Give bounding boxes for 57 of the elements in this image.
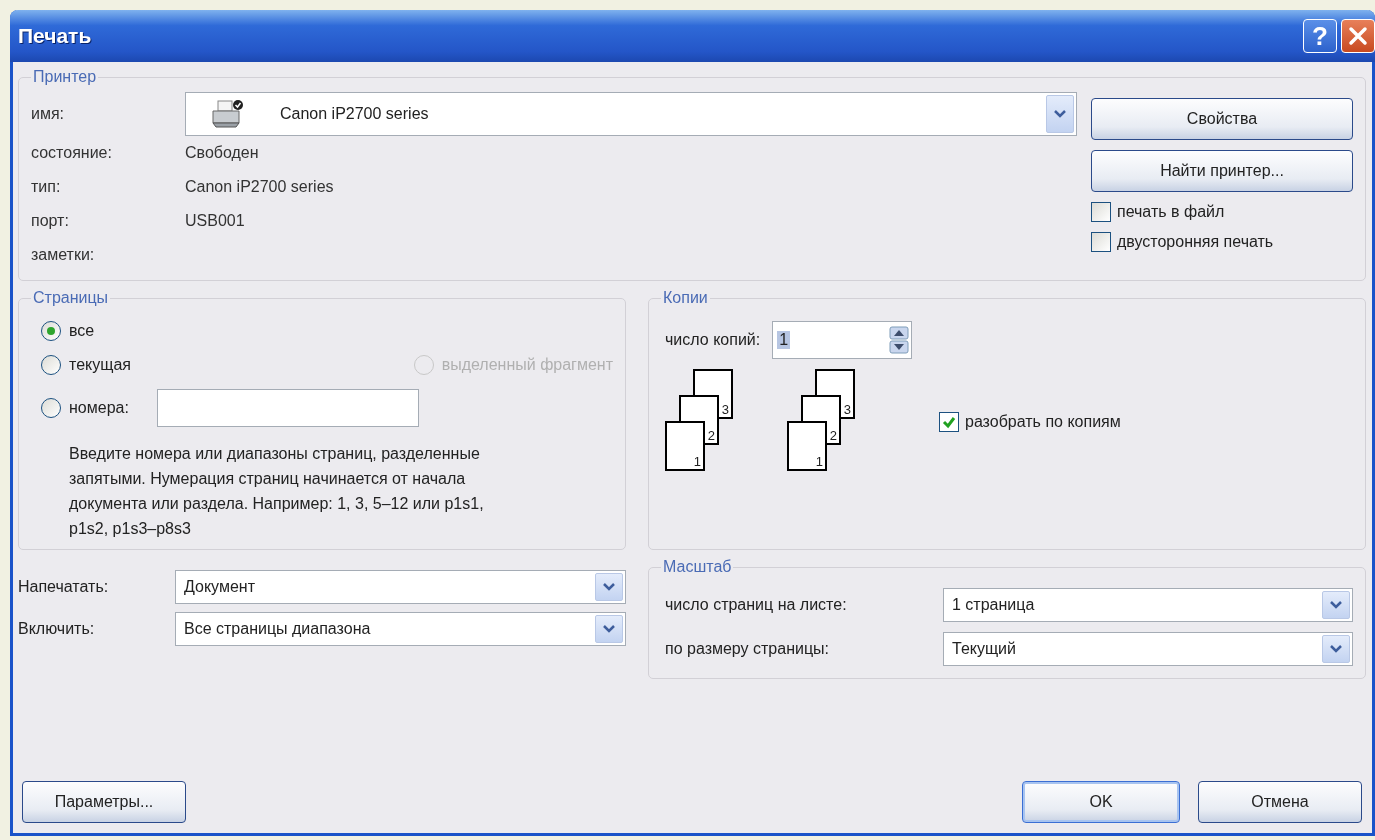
field-label: состояние: (31, 144, 113, 162)
group-legend: Принтер (31, 68, 99, 86)
group-legend: Страницы (31, 289, 111, 307)
dropdown-value: Текущий (951, 640, 1017, 658)
close-icon (1347, 25, 1369, 47)
checkbox[interactable] (939, 411, 959, 432)
dropdown-value: Документ (183, 578, 256, 596)
radio-button[interactable] (41, 355, 61, 375)
radio-button[interactable] (41, 321, 61, 341)
field-label: число страниц на листе: (664, 596, 848, 614)
page-range-field[interactable] (156, 389, 419, 427)
field-label: имя: (31, 105, 66, 123)
field-label: Напечатать: (18, 578, 110, 596)
help-button[interactable]: ? (1303, 19, 1337, 53)
group-legend: Копии (661, 289, 710, 307)
window-title: Печать (18, 24, 93, 48)
find-printer-button[interactable]: Найти принтер... (1091, 150, 1353, 192)
field-value: Свободен (185, 144, 259, 162)
field-label: заметки: (31, 246, 96, 264)
radio-label: текущая (69, 356, 131, 374)
properties-button[interactable]: Свойства (1091, 98, 1353, 140)
field-label: Включить: (18, 620, 96, 638)
checkbox[interactable] (1091, 232, 1111, 252)
close-button[interactable] (1341, 19, 1375, 53)
radio-button[interactable] (41, 398, 61, 418)
dropdown[interactable]: Все страницы диапазона (175, 612, 626, 646)
copies-value: 1 (777, 331, 791, 349)
field-value: USB001 (185, 212, 245, 230)
checkbox[interactable] (1091, 202, 1111, 222)
radio-label: номера: (69, 399, 129, 417)
checkbox-label: разобрать по копиям (965, 412, 1121, 431)
checkbox-label: печать в файл (1117, 203, 1225, 221)
copies-spinbox[interactable]: 1 (772, 321, 913, 359)
radio-label: все (69, 322, 95, 340)
dropdown-value: 1 страница (951, 596, 1036, 614)
field-label: порт: (31, 212, 70, 230)
cancel-button[interactable]: Отмена (1198, 781, 1362, 823)
ok-button[interactable]: OK (1022, 781, 1180, 823)
dropdown[interactable]: Документ (175, 570, 626, 604)
dropdown[interactable]: 1 страница (943, 588, 1353, 622)
field-label: тип: (31, 178, 62, 196)
options-button[interactable]: Параметры... (22, 781, 186, 823)
dropdown[interactable]: Текущий (943, 632, 1353, 666)
group-legend: Масштаб (661, 558, 734, 576)
printer-dropdown[interactable]: Canon iP2700 series (185, 92, 1077, 136)
checkbox-label: двусторонняя печать (1117, 233, 1274, 251)
field-label: число копий: (665, 331, 761, 349)
radio-label: выделенный фрагмент (441, 356, 613, 374)
field-label: по размеру страницы: (664, 640, 831, 658)
field-value: Canon iP2700 series (185, 178, 334, 196)
dropdown-value: Все страницы диапазона (183, 620, 372, 638)
page-stack-drawing: 3 2 1 (787, 369, 857, 474)
hint-text: Введите номера или диапазоны страниц, разделенные запятыми. Нумерация страниц начинается от начала документа или раздела. Например: 1, 3, 5–12 или p1s1, p1s2, p1s3–p8s3 (69, 444, 485, 539)
printer-icon (210, 99, 244, 129)
spin-arrows-icon[interactable] (889, 326, 910, 354)
printer-name: Canon iP2700 series (279, 105, 430, 123)
page-stack-drawing: 3 2 1 (665, 369, 735, 474)
